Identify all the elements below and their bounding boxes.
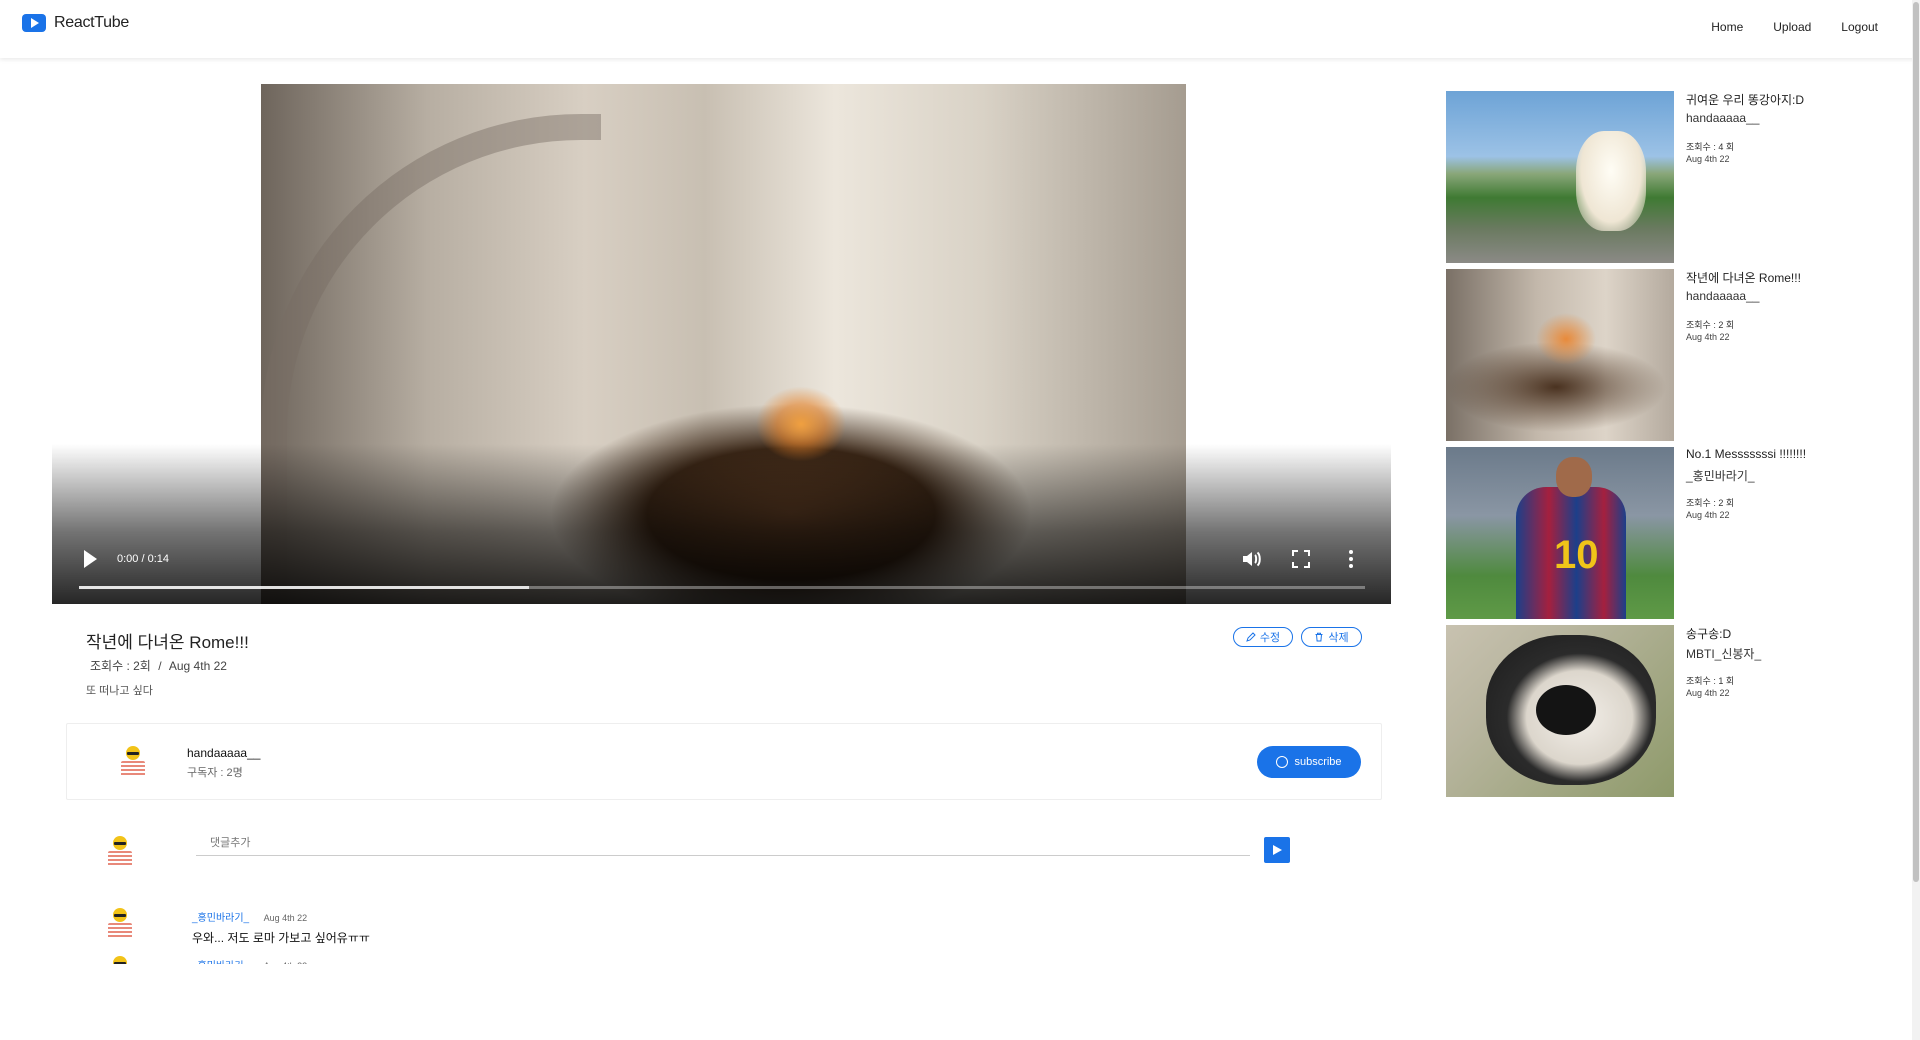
recommended-date: Aug 4th 22 — [1686, 332, 1730, 342]
seek-bar[interactable] — [79, 586, 1365, 589]
app-logo[interactable]: ReactTube — [22, 14, 129, 32]
recommended-views: 조회수 : 4 회 — [1686, 142, 1735, 152]
comment-avatar[interactable] — [104, 906, 136, 940]
fullscreen-icon[interactable] — [1292, 550, 1310, 568]
subscribe-label: subscribe — [1294, 756, 1342, 768]
play-logo-icon — [22, 14, 46, 32]
video-player[interactable]: 0:00 / 0:14 — [52, 84, 1391, 604]
recommended-author: MBTI_신봉자_ — [1686, 647, 1762, 661]
video-thumbnail[interactable] — [1446, 269, 1674, 441]
subscriber-count: 구독자 : 2명 — [187, 767, 243, 779]
video-description: 또 떠나고 싶다 — [86, 685, 153, 697]
top-nav: Home Upload Logout — [1711, 20, 1878, 34]
meta-separator: / — [158, 659, 162, 673]
recommended-title[interactable]: 작년에 다녀온 Rome!!! — [1686, 269, 1801, 286]
channel-card: handaaaaa__ 구독자 : 2명 subscribe — [66, 723, 1382, 800]
recommended-video[interactable]: 10 No.1 Messsssssi !!!!!!!! _홍민바라기_ 조회수 … — [1446, 447, 1846, 619]
controls-gradient — [52, 444, 1391, 604]
video-title: 작년에 다녀온 Rome!!! — [86, 633, 249, 652]
video-date: Aug 4th 22 — [168, 659, 227, 673]
send-icon — [1272, 845, 1282, 855]
comment-author[interactable]: _홍민바라기_ — [192, 913, 249, 924]
app-name: ReactTube — [54, 14, 129, 31]
playback-time: 0:00 / 0:14 — [117, 553, 169, 565]
recommended-views: 조회수 : 1 회 — [1686, 676, 1735, 686]
page-scrollbar[interactable] — [1912, 0, 1920, 1040]
trash-icon — [1315, 632, 1323, 642]
recommended-author: handaaaaa__ — [1686, 289, 1760, 303]
play-icon[interactable] — [84, 550, 97, 568]
channel-avatar[interactable] — [117, 744, 149, 778]
top-header: ReactTube Home Upload Logout — [0, 0, 1920, 58]
recommended-date: Aug 4th 22 — [1686, 688, 1730, 698]
scrollbar-thumb[interactable] — [1913, 2, 1919, 882]
recommended-video[interactable]: 작년에 다녀온 Rome!!! handaaaaa__ 조회수 : 2 회 Au… — [1446, 269, 1846, 441]
smile-icon — [1276, 756, 1289, 768]
recommended-title[interactable]: 귀여운 우리 똥강아지:D — [1686, 91, 1804, 108]
video-views: 조회수 : 2회 — [90, 659, 151, 673]
volume-icon[interactable] — [1240, 548, 1262, 570]
more-options-icon[interactable] — [1348, 548, 1354, 570]
channel-name[interactable]: handaaaaa__ — [187, 746, 260, 760]
recommended-author: handaaaaa__ — [1686, 111, 1760, 125]
comment-date: Aug 4th 22 — [263, 913, 308, 923]
seek-bar-progress — [79, 586, 530, 589]
recommended-title[interactable]: No.1 Messsssssi !!!!!!!! — [1686, 447, 1806, 461]
recommended-date: Aug 4th 22 — [1686, 154, 1730, 164]
comment-item: _홍민바라기_ Aug 4th 22 우와... 저도 로마 가보고 싶어유ㅠㅠ — [192, 908, 370, 946]
nav-upload-link[interactable]: Upload — [1773, 20, 1811, 34]
nav-home-link[interactable]: Home — [1711, 20, 1743, 34]
subscribe-button[interactable]: subscribe — [1257, 746, 1361, 778]
comment-text: 우와... 저도 로마 가보고 싶어유ㅠㅠ — [192, 931, 370, 945]
edit-label: 수정 — [1259, 632, 1281, 644]
send-comment-button[interactable] — [1264, 837, 1290, 863]
recommended-views: 조회수 : 2 회 — [1686, 320, 1735, 330]
comments-clip-mask — [0, 964, 1400, 1040]
nav-logout-link[interactable]: Logout — [1841, 20, 1878, 34]
recommended-views: 조회수 : 2 회 — [1686, 498, 1735, 508]
recommended-date: Aug 4th 22 — [1686, 510, 1730, 520]
edit-button[interactable]: 수정 — [1233, 627, 1293, 647]
recommended-title[interactable]: 송구송:D — [1686, 625, 1731, 642]
recommended-author: _홍민바라기_ — [1686, 469, 1755, 483]
comment-input-wrapper — [196, 832, 1250, 856]
comment-input[interactable] — [196, 832, 1250, 854]
recommended-video[interactable]: 송구송:D MBTI_신봉자_ 조회수 : 1 회 Aug 4th 22 — [1446, 625, 1846, 797]
video-thumbnail[interactable]: 10 — [1446, 447, 1674, 619]
current-user-avatar — [104, 834, 136, 868]
video-thumbnail[interactable] — [1446, 625, 1674, 797]
recommended-video[interactable]: 귀여운 우리 똥강아지:D handaaaaa__ 조회수 : 4 회 Aug … — [1446, 91, 1846, 263]
delete-button[interactable]: 삭제 — [1301, 627, 1362, 647]
delete-label: 삭제 — [1328, 632, 1349, 644]
video-thumbnail[interactable] — [1446, 91, 1674, 263]
pencil-icon — [1246, 632, 1256, 642]
video-meta: 조회수 : 2회 / Aug 4th 22 — [90, 657, 227, 674]
